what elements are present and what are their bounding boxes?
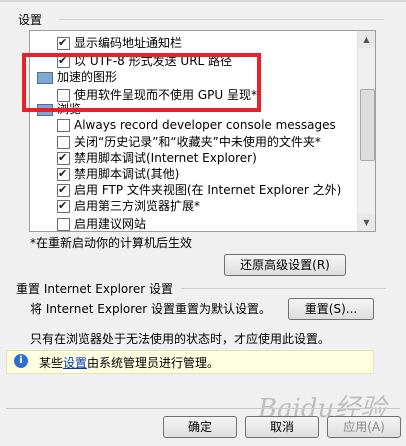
restart-note: *在重新启动你的计算机后生效 xyxy=(30,236,193,250)
settings-group-label: 设置 xyxy=(18,13,43,27)
reset-section-line xyxy=(181,288,386,289)
checkbox[interactable] xyxy=(57,165,70,183)
tree-item-label: 显示编码地址通知栏 xyxy=(74,36,183,50)
highlight-annotation-box xyxy=(22,53,261,112)
managed-settings-infobar: i 某些设置由系统管理员进行管理。 xyxy=(6,350,374,374)
infobar-prefix: 某些 xyxy=(39,356,64,370)
checkbox[interactable] xyxy=(57,197,70,215)
checkbox[interactable] xyxy=(57,34,70,52)
checkbox[interactable] xyxy=(57,181,70,199)
restore-advanced-settings-button[interactable]: 还原高级设置(R) xyxy=(224,254,346,276)
tree-item-enable-suggested-sites[interactable]: 启用建议网站 xyxy=(30,215,355,231)
window-top-edge xyxy=(0,0,406,2)
checkbox[interactable] xyxy=(57,149,70,167)
infobar-suffix: 由系统管理员进行管理。 xyxy=(87,356,220,370)
tree-item-show-encoded-address[interactable]: 显示编码地址通知栏 xyxy=(30,34,355,52)
checkbox[interactable] xyxy=(57,119,70,132)
tree-item-label: Always record developer console messages xyxy=(74,118,336,132)
settings-link[interactable]: 设置 xyxy=(63,356,87,370)
tree-item-label: 启用第三方浏览器扩展* xyxy=(74,199,201,213)
reset-section-label: 重置 Internet Explorer 设置 xyxy=(16,282,174,296)
footer-separator xyxy=(6,408,400,409)
settings-group-line xyxy=(59,19,384,20)
ok-button[interactable]: 确定 xyxy=(163,416,237,438)
vertical-scrollbar[interactable]: ▲ ▼ xyxy=(357,31,375,231)
apply-button[interactable]: 应用(A) xyxy=(327,416,401,438)
scroll-thumb[interactable] xyxy=(360,89,375,161)
tree-item-enable-third-party-extensions[interactable]: 启用第三方浏览器扩展* xyxy=(30,197,355,215)
reset-button[interactable]: 重置(S)... xyxy=(288,298,374,320)
tree-item-label: 启用建议网站 xyxy=(74,217,147,231)
reset-description: 将 Internet Explorer 设置重置为默认设置。 xyxy=(30,302,272,316)
scroll-down-icon[interactable]: ▼ xyxy=(358,214,375,231)
reset-warning-note: 只有在浏览器处于无法使用的状态时，才应使用此设置。 xyxy=(30,332,331,346)
checkbox[interactable] xyxy=(57,218,70,231)
tree-item-record-console-messages[interactable]: Always record developer console messages xyxy=(30,116,355,134)
cancel-button[interactable]: 取消 xyxy=(245,416,319,438)
info-icon: i xyxy=(14,354,28,368)
infobar-text: 某些设置由系统管理员进行管理。 xyxy=(39,354,219,371)
checkbox[interactable] xyxy=(57,136,70,149)
scroll-up-icon[interactable]: ▲ xyxy=(358,31,375,48)
